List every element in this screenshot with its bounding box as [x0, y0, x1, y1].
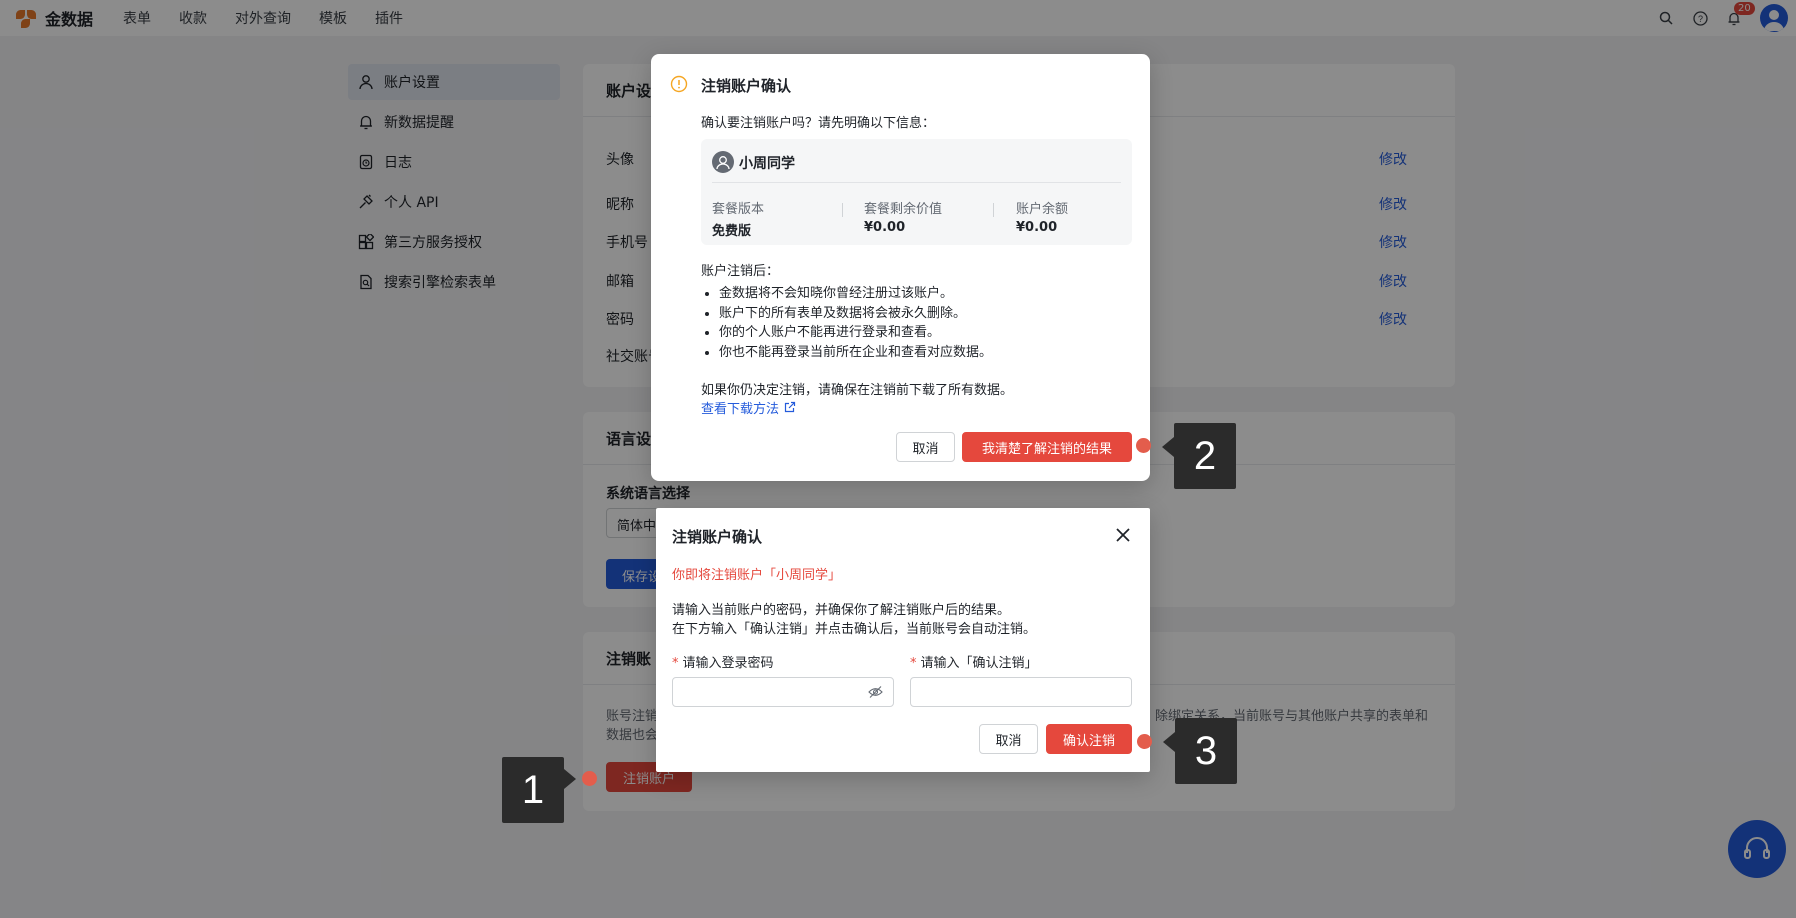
- cancel-label: 取消: [995, 733, 1022, 749]
- divider: [993, 203, 994, 217]
- list-item: 你也不能再登录当前所在企业和查看对应数据。: [701, 343, 992, 363]
- balance-label: 账户余额: [1016, 202, 1069, 217]
- external-link-icon: [784, 401, 796, 413]
- confirm-cancel-label: 确认注销: [1062, 733, 1115, 749]
- plan-version-value: 免费版: [712, 224, 752, 239]
- plan-remaining-value: ¥0.00: [864, 220, 906, 235]
- consequence-list: 金数据将不会知晓你曾经注册过该账户。 账户下的所有表单及数据将会被永久删除。 你…: [701, 284, 992, 362]
- cancel-button[interactable]: 取消: [896, 432, 955, 462]
- dialog-title: 注销账户确认: [672, 528, 763, 546]
- annotation-pointer: [1162, 437, 1174, 457]
- plan-version-label: 套餐版本: [712, 202, 765, 217]
- user-name: 小周同学: [739, 156, 795, 172]
- annotation-dot: [1137, 734, 1152, 749]
- instruction-line1: 请输入当前账户的密码，并确保你了解注销账户后的结果。: [672, 603, 1011, 618]
- instruction-line2: 在下方输入「确认注销」并点击确认后，当前账号会自动注销。: [672, 622, 1037, 637]
- cancel-warning-text: 你即将注销账户「小周同学」: [672, 568, 842, 583]
- dialog-title: 注销账户确认: [701, 77, 792, 95]
- password-label-text: 请输入登录密码: [682, 656, 774, 671]
- acknowledge-label: 我清楚了解注销的结果: [981, 441, 1112, 457]
- annotation-label-1: 1: [502, 757, 564, 823]
- download-method-label: 查看下载方法: [701, 402, 780, 417]
- confirm-cancel-account-button[interactable]: 确认注销: [1046, 724, 1132, 754]
- divider: [842, 203, 843, 217]
- balance-value: ¥0.00: [1016, 220, 1058, 235]
- password-field-label: * 请输入登录密码: [672, 652, 774, 671]
- download-note: 如果你仍决定注销，请确保在注销前下载了所有数据。: [701, 383, 1014, 398]
- eye-off-icon[interactable]: [868, 685, 883, 703]
- after-cancel-title: 账户注销后：: [701, 264, 780, 279]
- annotation-label-3: 3: [1175, 718, 1237, 784]
- cancel-label: 取消: [912, 441, 939, 457]
- warning-icon: [670, 75, 688, 97]
- download-method-link[interactable]: 查看下载方法: [701, 398, 796, 417]
- confirm-text-field-label: * 请输入「确认注销」: [910, 652, 1038, 671]
- annotation-dot: [1136, 438, 1151, 453]
- close-icon[interactable]: [1116, 528, 1130, 546]
- plan-remaining-label: 套餐剩余价值: [864, 202, 943, 217]
- annotation-pointer: [1163, 732, 1175, 752]
- acknowledge-consequences-button[interactable]: 我清楚了解注销的结果: [962, 432, 1132, 462]
- annotation-label-2: 2: [1174, 423, 1236, 489]
- cancel-confirm-dialog-step1: 注销账户确认 确认要注销账户吗？请先明确以下信息： 小周同学 套餐版本 免费版 …: [651, 54, 1150, 481]
- account-info-box: 小周同学 套餐版本 免费版 套餐剩余价值 ¥0.00 账户余额 ¥0.00: [701, 139, 1132, 245]
- password-input[interactable]: [672, 677, 894, 707]
- user-avatar-icon: [712, 151, 734, 173]
- list-item: 你的个人账户不能再进行登录和查看。: [701, 323, 992, 343]
- confirm-text-input[interactable]: [910, 677, 1132, 707]
- confirm-text-label-text: 请输入「确认注销」: [920, 656, 1038, 671]
- list-item: 金数据将不会知晓你曾经注册过该账户。: [701, 284, 992, 304]
- annotation-dot: [582, 771, 597, 786]
- list-item: 账户下的所有表单及数据将会被永久删除。: [701, 304, 992, 324]
- required-mark: *: [910, 656, 917, 671]
- cancel-button[interactable]: 取消: [979, 724, 1038, 754]
- dialog-intro: 确认要注销账户吗？请先明确以下信息：: [701, 116, 936, 131]
- divider: [712, 182, 1121, 183]
- annotation-pointer: [564, 769, 576, 789]
- required-mark: *: [672, 656, 679, 671]
- cancel-confirm-dialog-step2: 注销账户确认 你即将注销账户「小周同学」 请输入当前账户的密码，并确保你了解注销…: [656, 508, 1150, 772]
